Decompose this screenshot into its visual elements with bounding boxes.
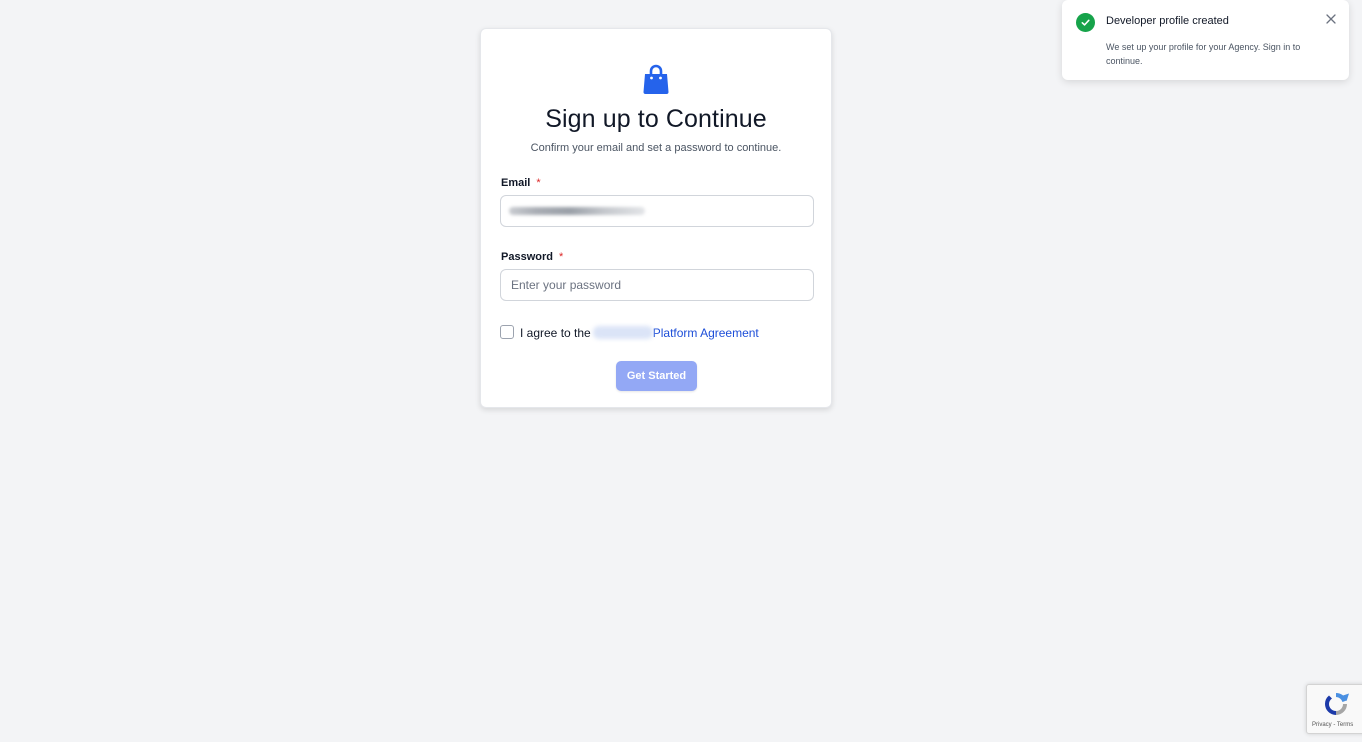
password-field[interactable]	[500, 269, 814, 301]
brand-name-redacted	[592, 326, 653, 339]
get-started-button[interactable]: Get Started	[616, 361, 697, 391]
password-label-text: Password	[501, 251, 553, 263]
toast-title: Developer profile created	[1106, 15, 1229, 27]
recaptcha-terms-link[interactable]: Terms	[1337, 722, 1353, 728]
agree-prefix: I agree to the	[520, 325, 591, 340]
check-circle-icon	[1076, 13, 1095, 32]
email-label: Email *	[501, 177, 541, 189]
recaptcha-links: Privacy - Terms	[1312, 722, 1353, 728]
recaptcha-badge[interactable]: Privacy - Terms	[1306, 684, 1362, 734]
email-value-redacted	[509, 207, 645, 215]
shopping-bag-icon	[643, 64, 669, 94]
signup-card: Sign up to Continue Confirm your email a…	[480, 28, 832, 408]
recaptcha-icon	[1325, 692, 1349, 715]
toast-body: We set up your profile for your Agency. …	[1106, 42, 1301, 66]
required-marker: *	[558, 251, 564, 263]
page-title: Sign up to Continue	[545, 105, 767, 133]
toast-notification: Developer profile created We set up your…	[1062, 0, 1349, 80]
password-label: Password *	[501, 251, 563, 263]
page-subtitle: Confirm your email and set a password to…	[530, 142, 782, 154]
required-marker: *	[536, 177, 541, 189]
recaptcha-privacy-link[interactable]: Privacy	[1312, 722, 1332, 728]
close-icon[interactable]	[1325, 13, 1337, 25]
platform-agreement-link[interactable]: Platform Agreement	[653, 326, 759, 340]
agree-label: I agree to the Platform Agreement	[520, 325, 759, 340]
email-label-text: Email	[501, 177, 531, 189]
agree-checkbox[interactable]	[500, 325, 514, 339]
